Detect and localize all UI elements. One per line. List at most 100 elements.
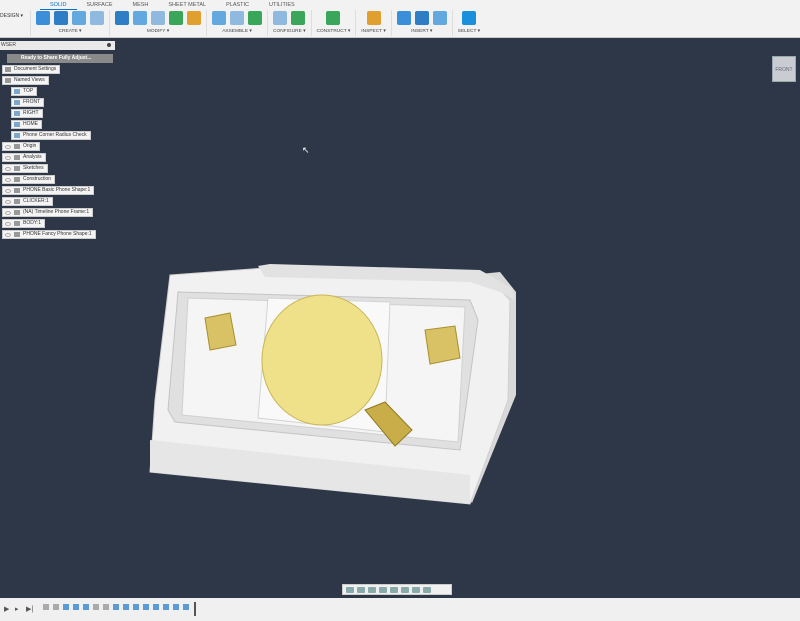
folder-icon [14, 177, 20, 182]
tab-sheet-metal[interactable]: SHEET METAL [158, 1, 216, 10]
visibility-eye-icon[interactable] [5, 232, 11, 237]
browser-node[interactable]: Document Settings [2, 65, 61, 74]
tool-icon[interactable] [248, 11, 262, 25]
group-label[interactable]: MODIFY ▾ [147, 29, 169, 34]
go-to-end-icon[interactable]: ▶| [26, 605, 33, 613]
timeline-feature[interactable] [133, 604, 139, 610]
browser-node[interactable]: PHONE Basic Phone Shape:1 [2, 186, 95, 195]
timeline-feature[interactable] [103, 604, 109, 610]
tool-icon[interactable] [326, 11, 341, 25]
timeline-feature[interactable] [123, 604, 129, 610]
play-icon[interactable]: ▶ [4, 605, 9, 613]
tool-icon[interactable] [187, 11, 201, 25]
group-label[interactable]: INSPECT ▾ [361, 29, 385, 34]
browser-node[interactable]: BODY:1 [2, 219, 46, 228]
group-configure: CONFIGURE ▾ [267, 10, 311, 36]
group-label[interactable]: CONFIGURE ▾ [273, 29, 306, 34]
tool-icon[interactable] [414, 11, 429, 25]
tool-icon[interactable] [432, 11, 447, 25]
browser-node[interactable]: PHONE Fancy Phone Shape:1 [2, 230, 96, 239]
pan-icon[interactable] [368, 586, 376, 593]
timeline-feature[interactable] [183, 604, 189, 610]
workspace-switcher[interactable]: DESIGN ▾ [0, 13, 23, 19]
pin-icon[interactable] [107, 43, 111, 47]
timeline-marker[interactable] [194, 602, 196, 616]
browser-node[interactable]: FRONT [11, 98, 45, 107]
model-canvas[interactable] [0, 38, 800, 598]
display-settings-icon[interactable] [401, 586, 409, 593]
timeline-feature[interactable] [113, 604, 119, 610]
group-label[interactable]: CONSTRUCT ▾ [317, 29, 351, 34]
tool-icon[interactable] [291, 11, 306, 25]
browser-node[interactable]: RIGHT [11, 109, 43, 118]
gold-disc [261, 294, 383, 426]
tool-icon[interactable] [133, 11, 147, 25]
tool-icon[interactable] [72, 11, 86, 25]
look-at-icon[interactable] [357, 586, 365, 593]
tool-icon[interactable] [230, 11, 244, 25]
browser-node[interactable]: TOP [11, 87, 38, 96]
timeline-feature[interactable] [83, 604, 89, 610]
timeline-feature[interactable] [43, 604, 49, 610]
visibility-eye-icon[interactable] [5, 155, 11, 160]
orbit-icon[interactable] [346, 586, 354, 593]
gold-clip-right [424, 325, 461, 365]
group-label[interactable]: INSERT ▾ [411, 29, 432, 34]
tool-icon[interactable] [90, 11, 104, 25]
timeline-feature[interactable] [153, 604, 159, 610]
timeline-feature[interactable] [53, 604, 59, 610]
tool-icon[interactable] [461, 11, 476, 25]
visibility-eye-icon[interactable] [5, 166, 11, 171]
tool-icon[interactable] [169, 11, 183, 25]
group-label[interactable]: ASSEMBLE ▾ [222, 29, 252, 34]
group-label[interactable]: CREATE ▾ [59, 29, 82, 34]
visibility-eye-icon[interactable] [5, 144, 11, 149]
folder-icon [14, 155, 20, 160]
view-cube[interactable]: FRONT [772, 56, 796, 82]
tool-icon[interactable] [54, 11, 68, 25]
timeline-feature[interactable] [173, 604, 179, 610]
visibility-eye-icon[interactable] [5, 177, 11, 182]
step-forward-icon[interactable]: ▸ [15, 605, 19, 613]
viewports-icon[interactable] [423, 586, 431, 593]
timeline-feature[interactable] [63, 604, 69, 610]
tool-icon[interactable] [212, 11, 226, 25]
browser-node[interactable]: CLICKER:1 [2, 197, 53, 206]
tool-icon[interactable] [36, 11, 50, 25]
3d-viewport[interactable] [0, 38, 800, 598]
visibility-eye-icon[interactable] [5, 188, 11, 193]
component-icon [14, 210, 20, 215]
browser-root-node[interactable]: Ready to Share Fully Adjust... [7, 54, 113, 63]
browser-node[interactable]: Named Views [2, 76, 49, 85]
zoom-icon[interactable] [379, 586, 387, 593]
tab-solid[interactable]: SOLID [40, 1, 77, 10]
browser-node[interactable]: Origin [2, 142, 41, 151]
tool-icon[interactable] [151, 11, 165, 25]
timeline-feature[interactable] [143, 604, 149, 610]
browser-node[interactable]: (NA) Timeline Phone Frame:1 [2, 208, 94, 217]
visibility-eye-icon[interactable] [5, 199, 11, 204]
visibility-eye-icon[interactable] [5, 221, 11, 226]
browser-node[interactable]: Analysis [2, 153, 46, 162]
tool-icon[interactable] [396, 11, 411, 25]
tab-mesh[interactable]: MESH [123, 1, 159, 10]
browser-node[interactable]: HOME [11, 120, 42, 129]
tab-plastic[interactable]: PLASTIC [216, 1, 259, 10]
visibility-eye-icon[interactable] [5, 210, 11, 215]
browser-node[interactable]: Sketches [2, 164, 48, 173]
fit-icon[interactable] [390, 586, 398, 593]
tool-icon[interactable] [115, 11, 129, 25]
tab-surface[interactable]: SURFACE [77, 1, 123, 10]
tool-icon[interactable] [273, 11, 288, 25]
tab-utilities[interactable]: UTILITIES [259, 1, 305, 10]
grid-icon[interactable] [412, 586, 420, 593]
timeline-feature[interactable] [73, 604, 79, 610]
tool-icon[interactable] [366, 11, 381, 25]
node-label: Sketches [23, 165, 44, 171]
browser-node[interactable]: Phone Corner Radius Check [11, 131, 91, 140]
timeline-feature[interactable] [93, 604, 99, 610]
timeline-feature[interactable] [163, 604, 169, 610]
folder-icon [14, 166, 20, 171]
browser-node[interactable]: Construction [2, 175, 56, 184]
group-label[interactable]: SELECT ▾ [458, 29, 480, 34]
